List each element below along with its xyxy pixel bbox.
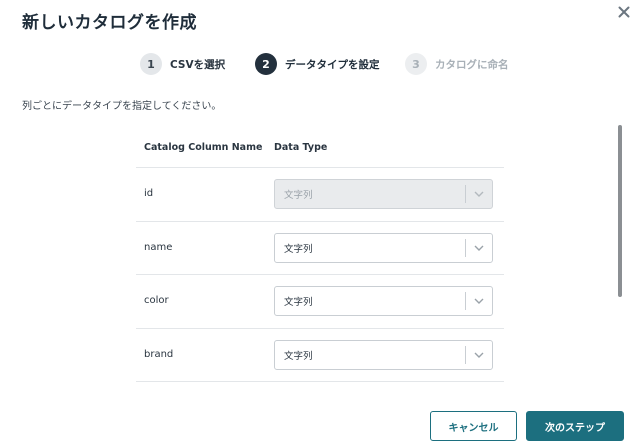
header-data-type: Data Type	[274, 142, 328, 153]
step-set-data-type: 2 データタイプを設定	[255, 52, 380, 76]
column-name: id	[144, 188, 154, 199]
data-type-select[interactable]: 文字列	[274, 286, 493, 316]
header-column-name: Catalog Column Name	[144, 142, 263, 153]
dialog-title: 新しいカタログを作成	[22, 13, 197, 33]
table-row: name 文字列	[136, 222, 504, 275]
step-number: 1	[140, 53, 162, 75]
chevron-down-icon	[466, 234, 492, 262]
select-value: 文字列	[284, 350, 313, 362]
step-label: カタログに命名	[435, 58, 509, 71]
next-step-button[interactable]: 次のステップ	[526, 411, 624, 441]
close-button[interactable]	[614, 2, 634, 22]
column-name: name	[144, 241, 173, 253]
chevron-down-icon	[466, 341, 492, 369]
data-type-table: Catalog Column Name Data Type id 文字列 nam…	[136, 128, 504, 382]
scrollbar-thumb[interactable]	[618, 125, 622, 297]
cancel-button[interactable]: キャンセル	[430, 411, 517, 441]
column-name: brand	[144, 348, 174, 360]
data-type-select[interactable]: 文字列	[274, 339, 493, 370]
step-number: 3	[405, 53, 427, 75]
table-row: color 文字列	[136, 275, 504, 329]
data-type-select[interactable]: 文字列	[274, 232, 493, 263]
column-name: color	[144, 295, 169, 306]
chevron-down-icon	[466, 287, 492, 315]
stepper: 1 CSVを選択 2 データタイプを設定 3 カタログに命名	[0, 52, 640, 76]
table-row: brand 文字列	[136, 329, 504, 382]
select-value: 文字列	[284, 190, 313, 201]
table-header: Catalog Column Name Data Type	[136, 128, 504, 168]
data-type-select: 文字列	[274, 179, 493, 209]
close-icon	[618, 6, 630, 18]
select-value: 文字列	[284, 243, 313, 255]
step-label: CSVを選択	[170, 58, 226, 71]
table-row: id 文字列	[136, 168, 504, 222]
instruction-text: 列ごとにデータタイプを指定してください。	[22, 101, 222, 112]
step-number: 2	[255, 53, 277, 75]
select-value: 文字列	[284, 297, 313, 308]
step-label: データタイプを設定	[285, 58, 380, 71]
chevron-down-icon	[466, 180, 492, 208]
step-name-catalog: 3 カタログに命名	[405, 52, 509, 76]
step-select-csv: 1 CSVを選択	[140, 52, 225, 76]
